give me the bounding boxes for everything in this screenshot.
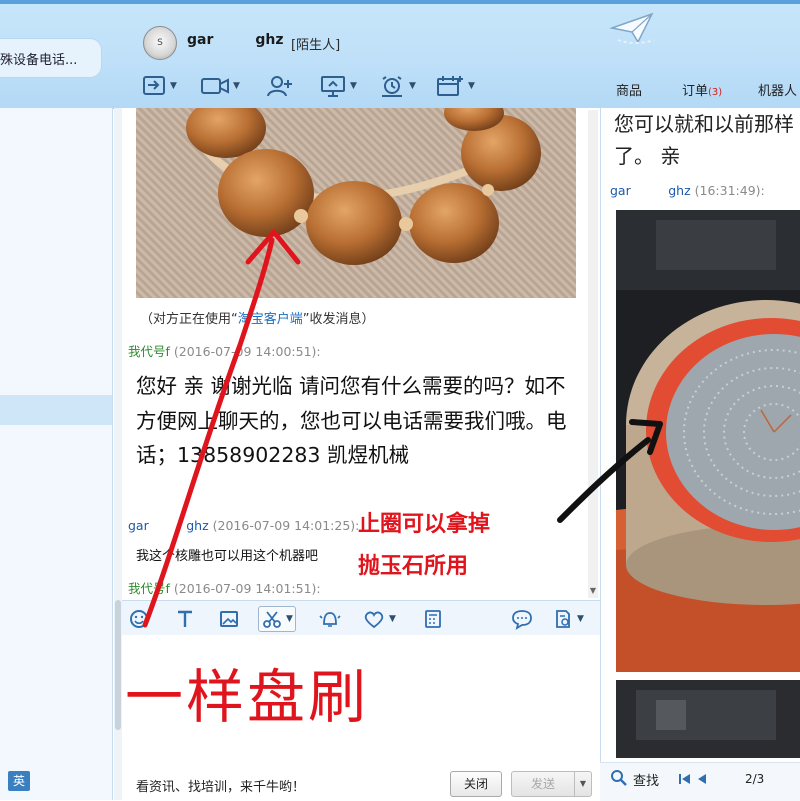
annotation-line-2: 抛玉石所用: [358, 554, 469, 579]
annotation-arrows: [142, 229, 663, 628]
annotation-big-text: 一样盘刷: [125, 663, 370, 731]
annotation-line-1: 止圈可以拿掉: [358, 512, 491, 537]
red-arrow-line: [142, 237, 275, 628]
black-arrow-line: [557, 437, 651, 523]
red-arrow-head: [245, 229, 301, 265]
